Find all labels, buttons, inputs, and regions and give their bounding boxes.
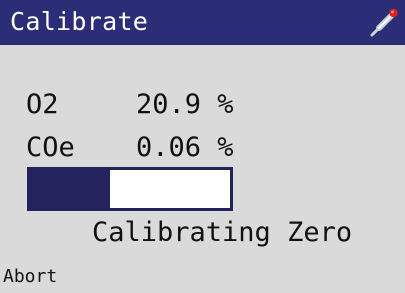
- reading-label-o2: O2: [26, 89, 59, 120]
- reading-value-o2: 20.9 %: [136, 89, 234, 120]
- reading-label-coe: COe: [26, 132, 75, 163]
- calibrate-screen: Calibrate O2 20.9 % COe 0.06 % Calibrati…: [0, 0, 405, 293]
- abort-button[interactable]: Abort: [3, 265, 57, 289]
- reading-value-coe: 0.06 %: [136, 132, 234, 163]
- page-title: Calibrate: [10, 7, 149, 36]
- calibration-status: Calibrating Zero: [92, 217, 353, 248]
- title-bar: Calibrate: [0, 0, 405, 45]
- probe-icon: [368, 6, 400, 38]
- calibration-progress-bar: [27, 167, 233, 211]
- progress-fill: [30, 170, 110, 208]
